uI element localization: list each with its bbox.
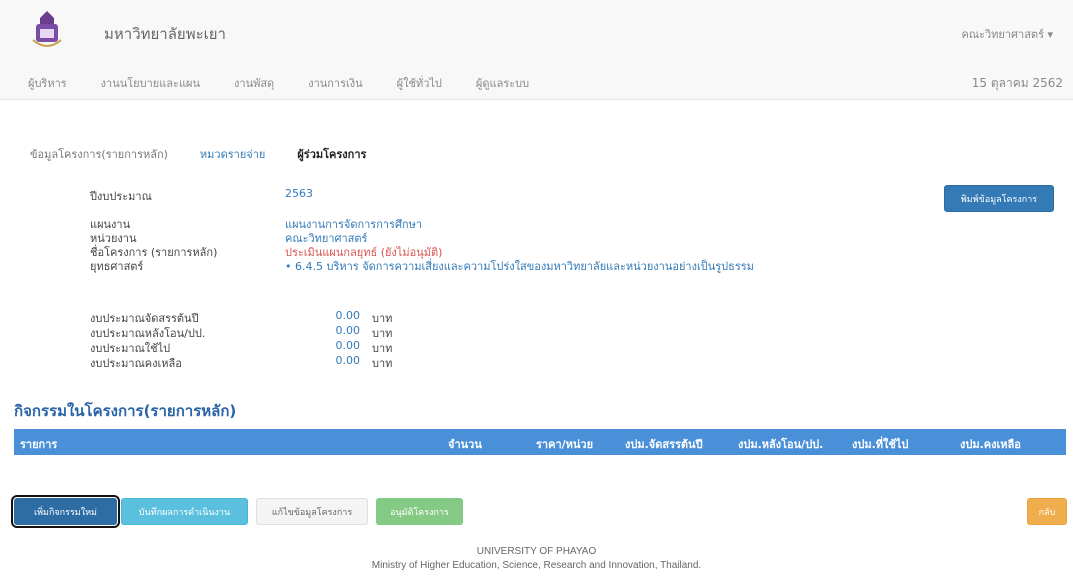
fiscal-year-label: ปีงบประมาณ	[90, 190, 152, 203]
main-nav: ผู้บริหาร งานนโยบายและแผน งานพัสดุ งานกา…	[28, 74, 563, 92]
footer-university: UNIVERSITY OF PHAYAO	[476, 546, 597, 557]
record-results-button[interactable]: บันทึกผลการดำเนินงาน	[121, 498, 248, 525]
nav-item-general-user[interactable]: ผู้ใช้ทั่วไป	[397, 74, 442, 92]
back-button[interactable]: กลับ	[1027, 498, 1067, 525]
current-date: 15 ตุลาคม 2562	[971, 76, 1063, 90]
budget-unit: บาท	[372, 357, 393, 370]
budget-initial-amount: 0.00	[335, 309, 361, 322]
activities-table-header: รายการ จำนวน ราคา/หน่วย งปม.จัดสรรต้นปี …	[14, 429, 1066, 455]
brand-title[interactable]: มหาวิทยาลัยพะเยา	[104, 22, 226, 46]
edit-project-button[interactable]: แก้ไขข้อมูลโครงการ	[256, 498, 368, 525]
fiscal-year-value: 2563	[285, 187, 313, 200]
column-header-remaining-budget: งปม.คงเหลือ	[960, 438, 1021, 451]
column-header-unit-price: ราคา/หน่วย	[536, 438, 594, 451]
page-footer: UNIVERSITY OF PHAYAO Ministry of Higher …	[0, 545, 1073, 573]
activities-section-title: กิจกรรมในโครงการ(รายการหลัก)	[14, 402, 237, 420]
university-logo-icon[interactable]	[30, 10, 64, 50]
nav-item-policy-plan[interactable]: งานนโยบายและแผน	[101, 74, 200, 92]
approve-project-button[interactable]: อนุมัติโครงการ	[376, 498, 463, 525]
column-header-quantity: จำนวน	[448, 438, 482, 451]
nav-item-finance[interactable]: งานการเงิน	[308, 74, 362, 92]
tab-project-members[interactable]: ผู้ร่วมโครงการ	[297, 145, 366, 163]
column-header-initial-budget: งปม.จัดสรรต้นปี	[625, 438, 703, 451]
tab-project-info[interactable]: ข้อมูลโครงการ(รายการหลัก)	[30, 145, 168, 163]
tab-expense-category[interactable]: หมวดรายจ่าย	[200, 145, 265, 163]
nav-item-admin[interactable]: ผู้ดูแลระบบ	[476, 74, 529, 92]
column-header-item: รายการ	[20, 438, 58, 451]
nav-item-executive[interactable]: ผู้บริหาร	[28, 74, 67, 92]
strategy-value: • 6.4.5 บริหาร จัดการความเสี่ยงและความโป…	[285, 260, 754, 273]
budget-remaining-amount: 0.00	[335, 354, 361, 367]
column-header-transferred-budget: งปม.หลังโอน/ปป.	[738, 438, 824, 451]
project-tabs: ข้อมูลโครงการ(รายการหลัก) หมวดรายจ่าย ผู…	[30, 145, 398, 163]
column-header-used-budget: งปม.ที่ใช้ไป	[852, 438, 909, 451]
top-navbar: มหาวิทยาลัยพะเยา คณะวิทยาศาสตร์ ▾ ผู้บริ…	[0, 0, 1073, 100]
footer-ministry: Ministry of Higher Education, Science, R…	[371, 560, 702, 571]
budget-remaining-label: งบประมาณคงเหลือ	[90, 357, 182, 370]
faculty-dropdown[interactable]: คณะวิทยาศาสตร์ ▾	[962, 25, 1053, 43]
nav-item-procurement[interactable]: งานพัสดุ	[234, 74, 274, 92]
budget-used-amount: 0.00	[335, 339, 361, 352]
strategy-label: ยุทธศาสตร์	[90, 260, 144, 273]
add-activity-button[interactable]: เพิ่มกิจกรรมใหม่	[11, 495, 120, 528]
budget-transferred-amount: 0.00	[335, 324, 361, 337]
print-project-button[interactable]: พิมพ์ข้อมูลโครงการ	[944, 185, 1054, 212]
